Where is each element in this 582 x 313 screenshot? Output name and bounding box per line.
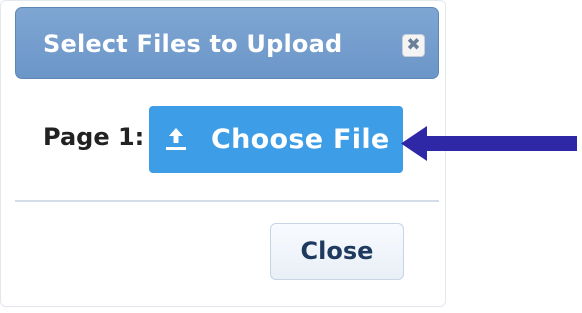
upload-icon (166, 128, 186, 150)
dialog-titlebar: Select Files to Upload ✖ (15, 7, 439, 79)
left-arrow-icon (401, 126, 577, 161)
choose-file-label: Choose File (211, 124, 390, 155)
dialog-title: Select Files to Upload (43, 30, 343, 58)
choose-file-button[interactable]: Choose File (149, 106, 403, 173)
upload-dialog: Select Files to Upload ✖ Page 1: Choose … (0, 0, 446, 307)
close-button[interactable]: Close (270, 223, 404, 280)
close-icon[interactable]: ✖ (402, 34, 425, 57)
page-label: Page 1: (43, 123, 145, 151)
divider (15, 200, 439, 202)
